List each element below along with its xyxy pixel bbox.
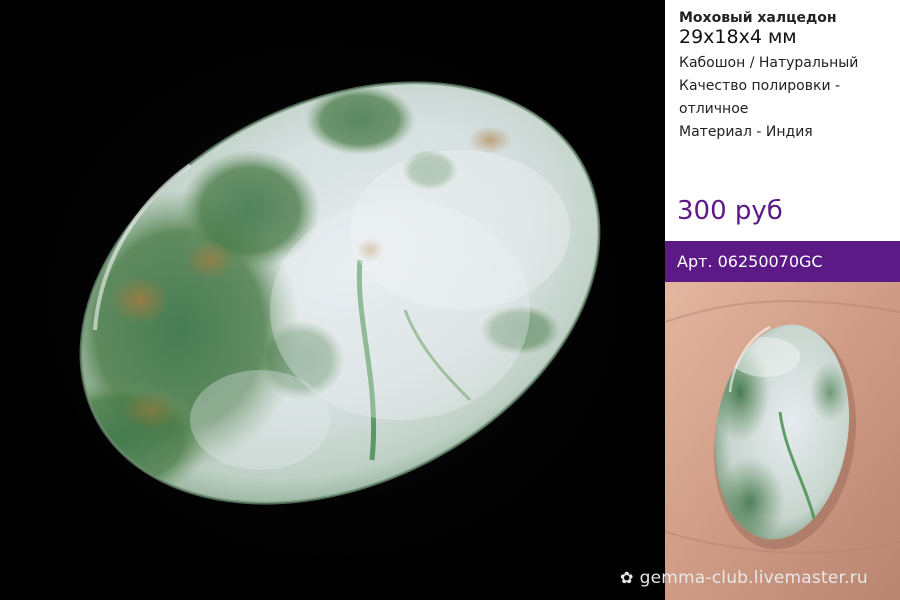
flower-icon: ✿ xyxy=(620,568,634,587)
moss-agate-cabochon xyxy=(30,81,601,505)
product-name: Моховый халцедон xyxy=(679,10,837,26)
detail-type: Кабошон / Натуральный xyxy=(679,55,859,71)
detail-polish: Качество полировки - xyxy=(679,78,841,94)
watermark-text: gemma-club.livemaster.ru xyxy=(639,568,868,588)
price: 300 руб xyxy=(677,196,783,226)
info-panel: Моховый халцедон 29x18x4 мм Кабошон / На… xyxy=(665,0,900,600)
hand-photo xyxy=(665,282,900,600)
product-info: Моховый халцедон 29x18x4 мм Кабошон / На… xyxy=(679,10,894,144)
stone-in-hand-image xyxy=(665,282,900,600)
article-badge: Арт. 06250070GC xyxy=(665,241,900,282)
product-photo xyxy=(0,0,665,600)
product-size: 29x18x4 мм xyxy=(679,26,797,48)
watermark: ✿ gemma-club.livemaster.ru xyxy=(620,568,868,588)
detail-polish-value: отличное xyxy=(679,101,749,117)
detail-material: Материал - Индия xyxy=(679,124,813,140)
